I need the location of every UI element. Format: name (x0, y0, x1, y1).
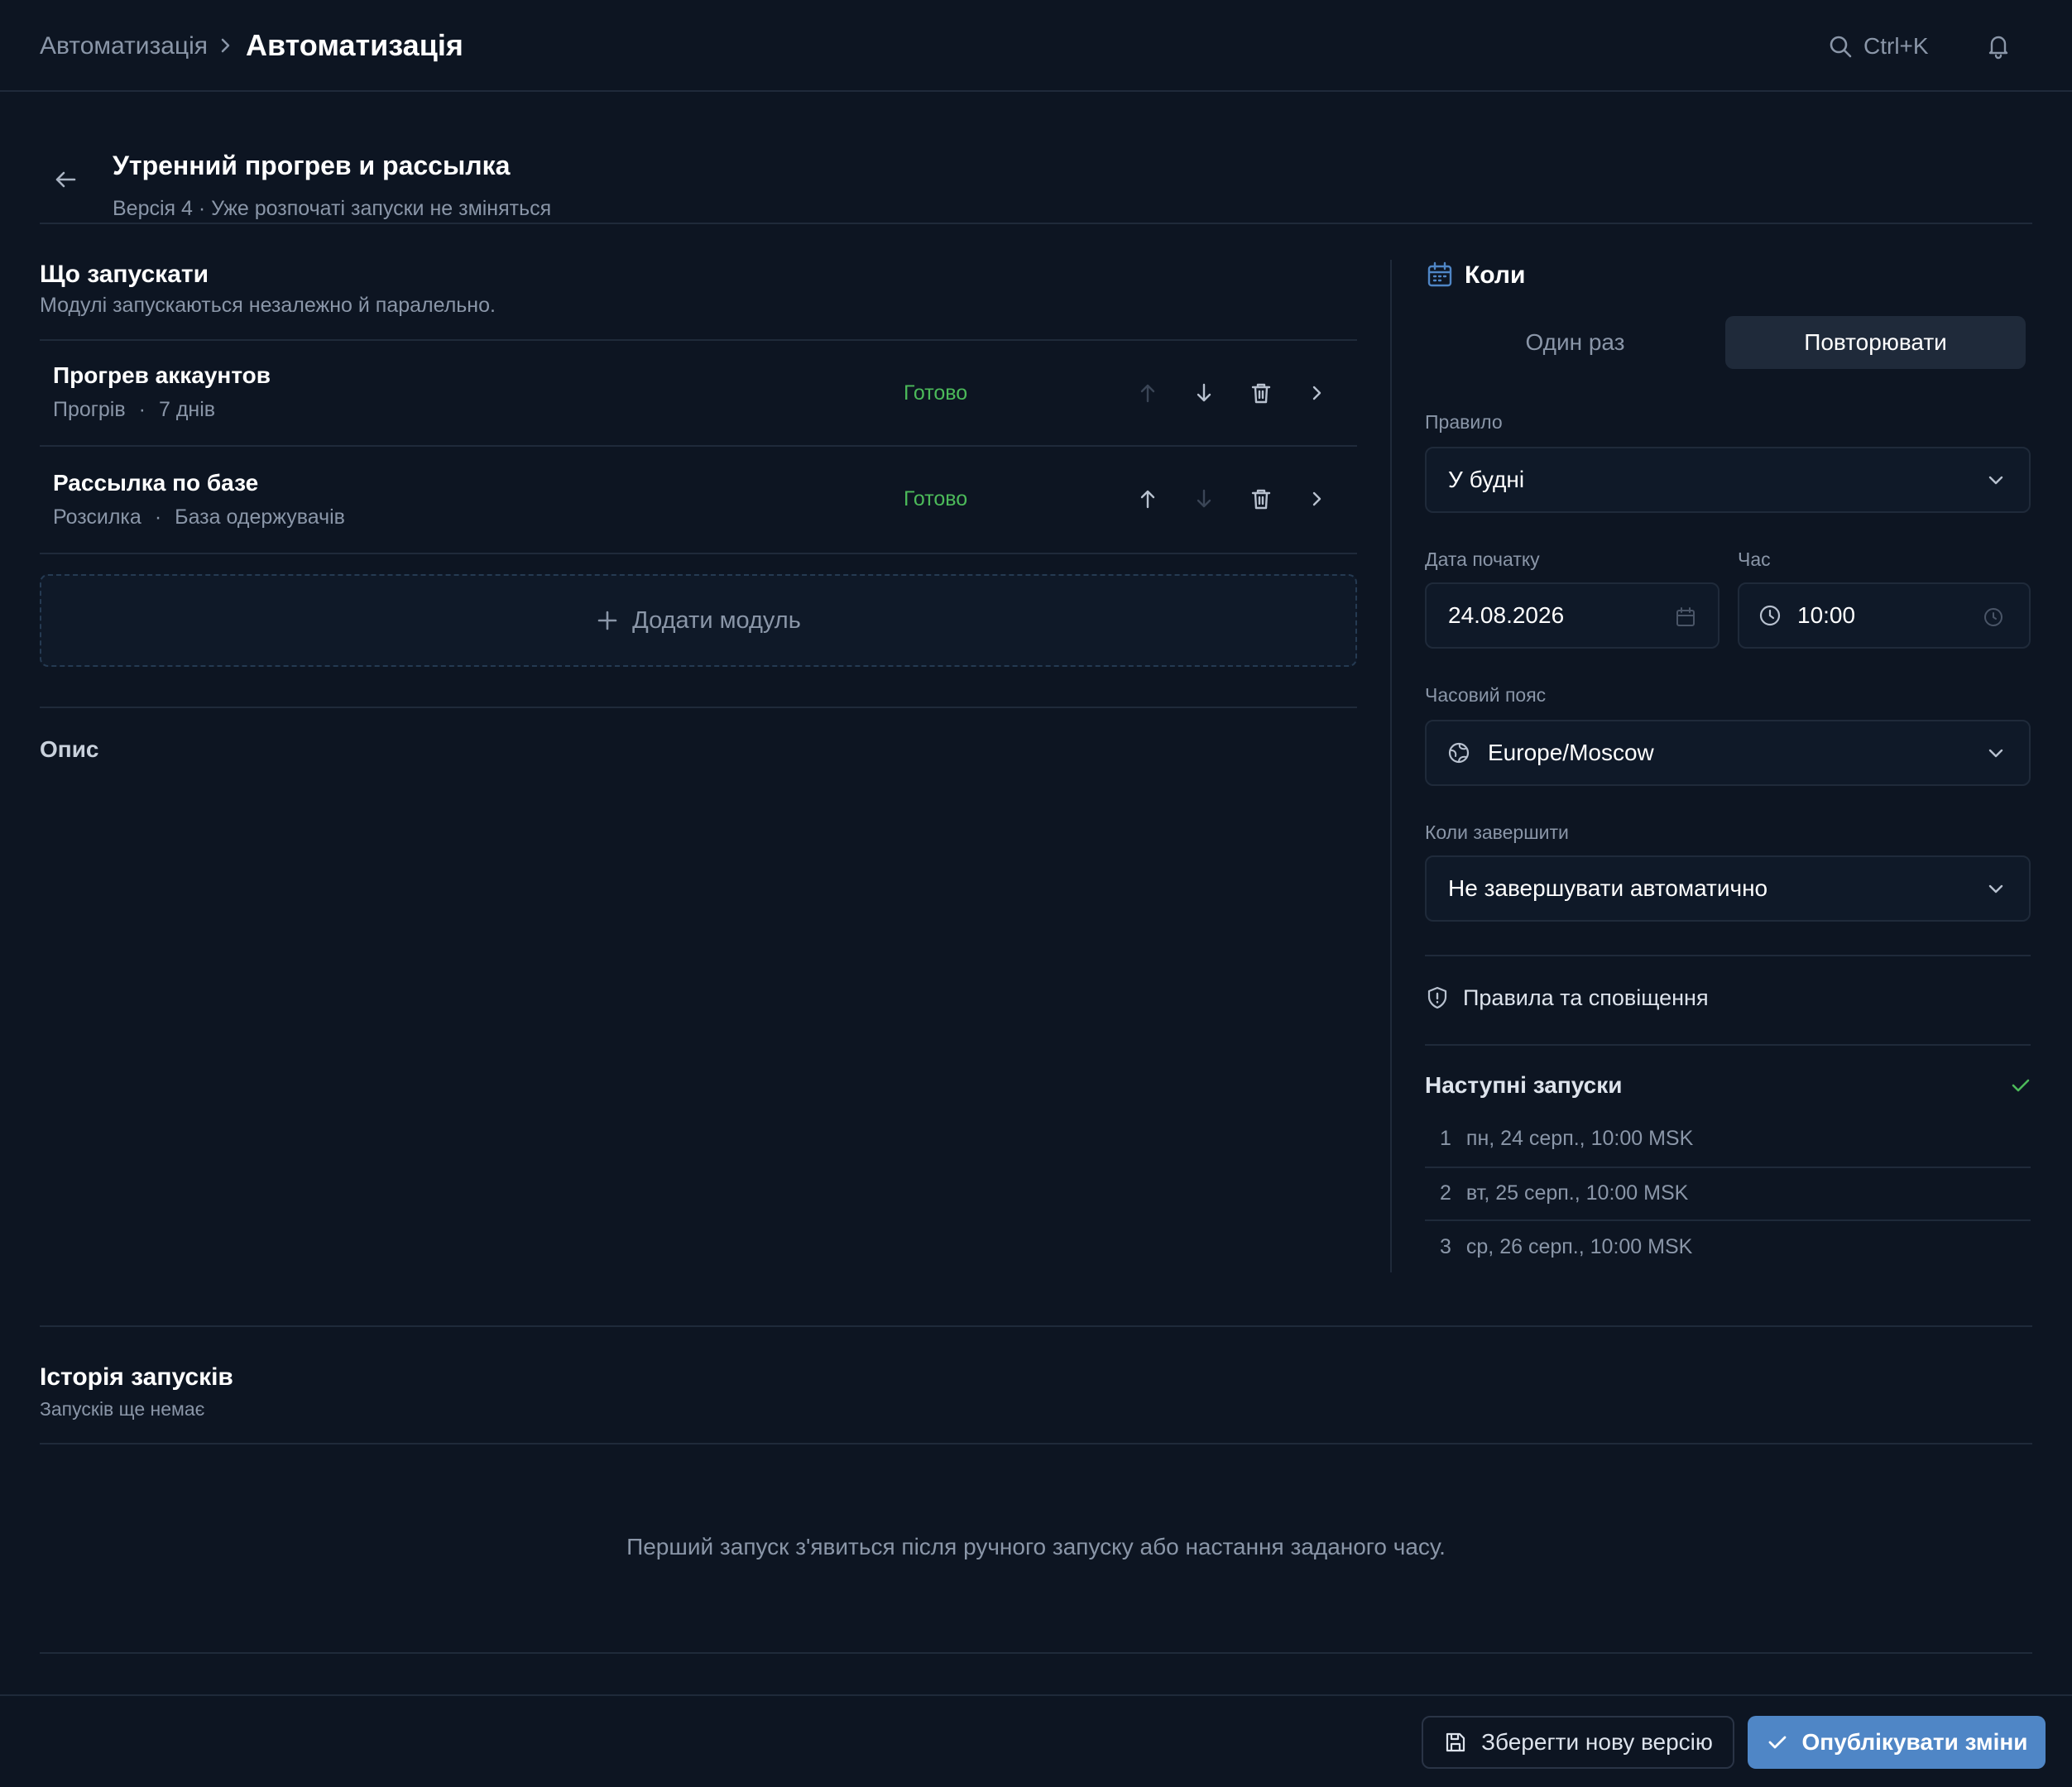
divider (1425, 1219, 2031, 1221)
module-type: Прогрів (53, 398, 126, 421)
divider (1425, 1167, 2031, 1168)
divider (40, 553, 1357, 554)
next-run-time: пн, 24 серп., 10:00 MSK (1465, 1127, 1694, 1150)
module-type: Розсилка (53, 505, 141, 529)
globe-icon (1446, 740, 1471, 765)
plus-icon (596, 609, 619, 632)
add-module-button[interactable]: Додати модуль (40, 574, 1357, 667)
publish-button[interactable]: Опублікувати зміни (1748, 1716, 2046, 1769)
add-module-label: Додати модуль (632, 606, 801, 634)
end-select[interactable]: Не завершувати автоматично (1425, 855, 2031, 922)
search-shortcut: Ctrl+K (1863, 33, 1929, 59)
history-empty-text: Перший запуск з'явиться після ручного за… (626, 1534, 1446, 1559)
version-subtitle: Версія 4 · Уже розпочаті запуски не змін… (113, 197, 552, 220)
save-icon (1443, 1730, 1468, 1755)
timezone-select[interactable]: Europe/Moscow (1425, 720, 2031, 786)
chevron-right-icon[interactable] (1302, 379, 1331, 407)
chevron-down-icon (1984, 741, 2007, 764)
chevron-right-icon[interactable] (1302, 485, 1331, 513)
calendar-icon (1425, 260, 1455, 290)
what-section-title: Що запускати (40, 261, 209, 288)
start-date-value: 24.08.2026 (1448, 602, 1565, 628)
next-run-index: 2 (1440, 1181, 1451, 1205)
publish-label: Опублікувати зміни (1801, 1729, 2028, 1755)
next-run-time: вт, 25 серп., 10:00 MSK (1465, 1181, 1689, 1205)
check-icon (2009, 1074, 2032, 1097)
clock-icon (1758, 603, 1782, 628)
next-run-item: 3 ср, 26 серп., 10:00 MSK (1440, 1234, 1692, 1260)
module-meta: Розсилка · База одержувачів (53, 504, 345, 530)
calendar-icon[interactable] (1675, 606, 1696, 628)
rules-notifications-toggle[interactable]: Правила та сповіщення (1425, 981, 1709, 1014)
status-badge: Готово (904, 487, 968, 510)
search-button[interactable]: Ctrl+K (1827, 28, 1929, 65)
move-down-icon[interactable] (1190, 379, 1218, 407)
bell-icon[interactable] (1984, 31, 2012, 60)
tab-repeat[interactable]: Повторювати (1725, 316, 2026, 369)
start-date-field[interactable]: 24.08.2026 (1425, 582, 1719, 649)
tab-once[interactable]: Один раз (1425, 316, 1725, 369)
divider (40, 707, 1357, 708)
next-runs-title: Наступні запуски (1425, 1072, 1623, 1098)
divider (40, 223, 2032, 224)
next-run-item: 1 пн, 24 серп., 10:00 MSK (1440, 1125, 1693, 1152)
what-section-description: Модулі запускаються незалежно й паралель… (40, 294, 496, 317)
status-badge: Готово (904, 381, 968, 405)
page-title: Автоматизація (246, 28, 463, 62)
next-run-index: 3 (1440, 1235, 1451, 1258)
description-section-title: Опис (40, 736, 99, 762)
when-section-title: Коли (1465, 261, 1526, 289)
history-title: Історія запусків (40, 1363, 233, 1391)
module-name: Рассылка по базе (53, 470, 259, 496)
move-up-icon[interactable] (1134, 379, 1162, 407)
check-icon (1766, 1731, 1789, 1754)
trash-icon[interactable] (1247, 485, 1275, 513)
rule-value: У будні (1448, 467, 1525, 492)
end-label: Коли завершити (1425, 822, 1569, 843)
rule-select[interactable]: У будні (1425, 447, 2031, 513)
trash-icon[interactable] (1247, 379, 1275, 407)
save-version-label: Зберегти нову версію (1481, 1729, 1713, 1755)
module-detail: 7 днів (158, 398, 216, 421)
save-version-button[interactable]: Зберегти нову версію (1422, 1716, 1734, 1769)
next-run-time: ср, 26 серп., 10:00 MSK (1465, 1235, 1693, 1258)
next-run-index: 1 (1440, 1127, 1451, 1150)
schedule-mode-toggle: Один раз Повторювати (1425, 316, 2026, 369)
back-arrow-icon[interactable] (51, 165, 79, 194)
timezone-label: Часовий пояс (1425, 684, 1547, 706)
time-label: Час (1738, 549, 1771, 570)
divider (1425, 1044, 2031, 1046)
module-meta: Прогрів · 7 днів (53, 396, 215, 423)
rule-label: Правило (1425, 411, 1503, 433)
breadcrumb-parent[interactable]: Автоматизація (40, 30, 208, 63)
automation-editor-page: Автоматизація Автоматизація Ctrl+K Утрен… (0, 0, 2072, 1787)
search-icon (1827, 33, 1854, 60)
rules-notifications-label: Правила та сповіщення (1463, 985, 1709, 1010)
time-field[interactable]: 10:00 (1738, 582, 2031, 649)
history-subtitle: Запусків ще немає (40, 1398, 205, 1420)
end-value: Не завершувати автоматично (1448, 875, 1768, 901)
next-run-item: 2 вт, 25 серп., 10:00 MSK (1440, 1180, 1688, 1206)
chevron-down-icon (1984, 468, 2007, 491)
divider (1425, 955, 2031, 956)
clock-icon[interactable] (1983, 606, 2004, 628)
move-up-icon[interactable] (1134, 485, 1162, 513)
shield-icon (1425, 985, 1450, 1010)
meta-separator: · (154, 505, 162, 529)
move-down-icon[interactable] (1190, 485, 1218, 513)
divider (40, 1652, 2032, 1654)
automation-title: Утренний прогрев и рассылка (113, 151, 511, 180)
chevron-down-icon (1984, 877, 2007, 900)
meta-separator: · (138, 398, 146, 421)
divider (40, 1325, 2032, 1327)
divider (40, 1443, 2032, 1444)
time-value: 10:00 (1797, 602, 1856, 628)
column-divider (1390, 260, 1392, 1272)
start-date-label: Дата початку (1425, 549, 1540, 570)
chevron-right-icon (217, 34, 235, 57)
module-detail: База одержувачів (175, 505, 345, 529)
timezone-value: Europe/Moscow (1488, 740, 1654, 765)
module-name: Прогрев аккаунтов (53, 362, 271, 388)
